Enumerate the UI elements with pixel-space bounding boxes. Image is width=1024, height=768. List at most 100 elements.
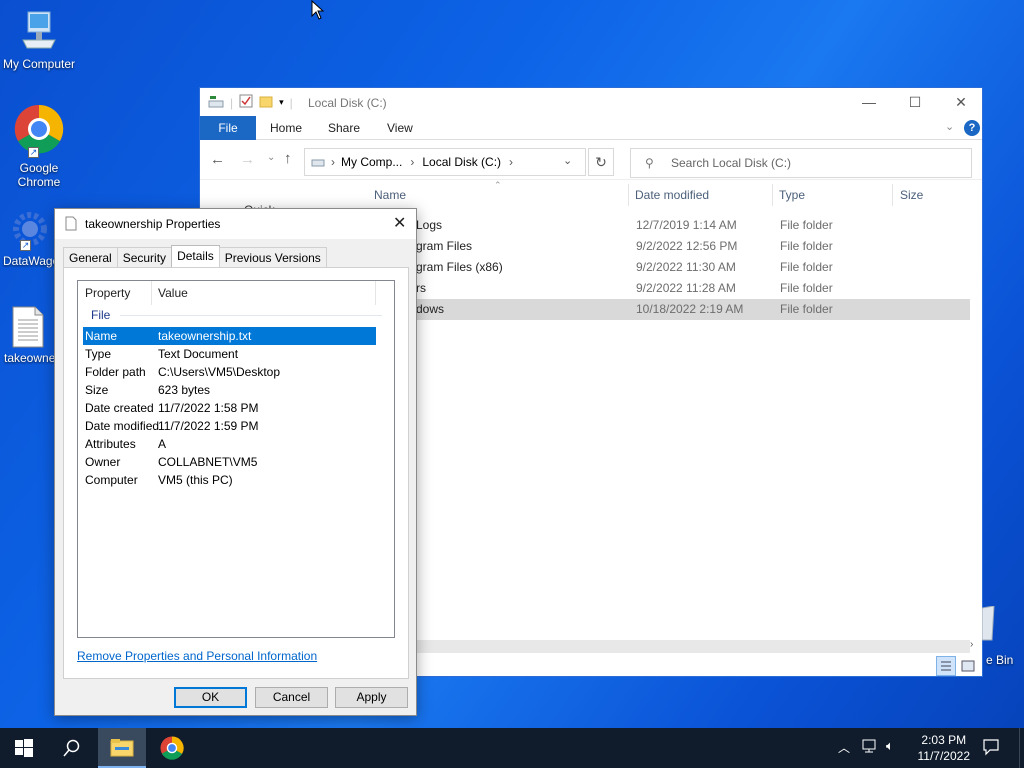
desktop-icon-datawago[interactable]: ↗ DataWago bbox=[1, 207, 59, 268]
close-button[interactable]: ✕ bbox=[938, 88, 984, 116]
file-name: gram Files (x86) bbox=[416, 260, 503, 274]
tab-view[interactable]: View bbox=[387, 116, 413, 140]
network-icon[interactable] bbox=[862, 738, 880, 757]
file-row[interactable]: gram Files (x86) 9/2/2022 11:30 AM File … bbox=[414, 257, 970, 278]
details-view-icon[interactable] bbox=[936, 656, 956, 676]
property-row[interactable]: Owner COLLABNET\VM5 bbox=[83, 453, 376, 471]
column-header-property[interactable]: Property bbox=[85, 281, 130, 305]
customize-toolbar-icon[interactable]: ▾ bbox=[279, 97, 284, 108]
taskbar-file-explorer[interactable] bbox=[98, 728, 146, 768]
properties-list[interactable]: Property Value File Name takeownership.t… bbox=[77, 280, 395, 638]
properties-check-icon[interactable] bbox=[239, 94, 253, 111]
file-date: 9/2/2022 11:28 AM bbox=[636, 281, 736, 295]
property-row[interactable]: Size 623 bytes bbox=[83, 381, 376, 399]
property-value: COLLABNET\VM5 bbox=[158, 455, 258, 469]
search-button[interactable] bbox=[48, 728, 96, 768]
details-tab-panel: Property Value File Name takeownership.t… bbox=[63, 267, 409, 679]
breadcrumb-my-computer[interactable]: My Comp... bbox=[341, 155, 402, 169]
column-header-name[interactable]: Name bbox=[374, 188, 406, 206]
horizontal-scrollbar[interactable] bbox=[414, 640, 970, 653]
property-row-selected[interactable]: Name takeownership.txt bbox=[83, 327, 376, 345]
chrome-icon: ↗ bbox=[14, 104, 64, 158]
tab-details[interactable]: Details bbox=[171, 245, 220, 268]
tab-file[interactable]: File bbox=[200, 116, 256, 140]
file-row-selected[interactable]: dows 10/18/2022 2:19 AM File folder bbox=[414, 299, 970, 320]
tab-previous-versions[interactable]: Previous Versions bbox=[218, 247, 327, 268]
file-name: rs bbox=[416, 281, 426, 295]
search-icon bbox=[63, 739, 80, 757]
shortcut-arrow-icon: ↗ bbox=[28, 147, 39, 158]
properties-dialog[interactable]: takeownership Properties ✕ General Secur… bbox=[54, 208, 417, 716]
property-row[interactable]: Type Text Document bbox=[83, 345, 376, 363]
file-type: File folder bbox=[780, 302, 833, 316]
address-bar[interactable]: › My Comp... › Local Disk (C:) › ⌄ bbox=[304, 148, 586, 176]
maximize-button[interactable]: ☐ bbox=[892, 88, 938, 116]
mouse-cursor-icon bbox=[311, 0, 325, 23]
refresh-icon[interactable]: ↻ bbox=[588, 148, 614, 176]
address-dropdown-chevron-icon[interactable]: ⌄ bbox=[563, 154, 572, 167]
column-header-type[interactable]: Type bbox=[779, 188, 805, 206]
show-hidden-icons-chevron-icon[interactable]: ︿ bbox=[838, 739, 850, 756]
tab-security[interactable]: Security bbox=[116, 247, 173, 268]
property-value: C:\Users\VM5\Desktop bbox=[158, 365, 281, 379]
close-icon[interactable]: ✕ bbox=[393, 213, 406, 233]
property-value: 623 bytes bbox=[158, 383, 211, 397]
tab-home[interactable]: Home bbox=[270, 116, 302, 140]
folder-icon[interactable] bbox=[259, 94, 273, 111]
scroll-right-arrow-icon[interactable]: › bbox=[970, 639, 973, 650]
start-button[interactable] bbox=[0, 728, 48, 768]
column-header-value[interactable]: Value bbox=[158, 281, 188, 305]
up-arrow-icon[interactable]: ↑ bbox=[284, 150, 292, 167]
expand-ribbon-chevron-icon[interactable]: ⌄ bbox=[945, 120, 954, 133]
large-icons-view-icon[interactable] bbox=[960, 658, 978, 676]
computer-icon bbox=[19, 10, 59, 54]
taskbar-chrome[interactable] bbox=[148, 728, 196, 768]
file-row[interactable]: Logs 12/7/2019 1:14 AM File folder bbox=[414, 215, 970, 236]
tab-share[interactable]: Share bbox=[328, 116, 360, 140]
explorer-title-bar[interactable]: | ▾ | Local Disk (C:) — ☐ ✕ bbox=[200, 88, 982, 116]
property-row[interactable]: Date created 11/7/2022 1:58 PM bbox=[83, 399, 376, 417]
help-icon[interactable]: ? bbox=[964, 120, 980, 136]
file-type: File folder bbox=[780, 218, 833, 232]
property-row[interactable]: Folder path C:\Users\VM5\Desktop bbox=[83, 363, 376, 381]
file-type: File folder bbox=[780, 260, 833, 274]
apply-button[interactable]: Apply bbox=[335, 687, 408, 708]
column-header-size[interactable]: Size bbox=[900, 188, 923, 206]
column-header-date-modified[interactable]: Date modified bbox=[635, 188, 709, 206]
search-input[interactable]: ⚲ Search Local Disk (C:) bbox=[630, 148, 972, 178]
property-row[interactable]: Date modified 11/7/2022 1:59 PM bbox=[83, 417, 376, 435]
chrome-icon bbox=[160, 736, 184, 760]
search-placeholder: Search Local Disk (C:) bbox=[671, 156, 792, 170]
file-name: gram Files bbox=[416, 239, 473, 253]
desktop-icon-text-file[interactable]: takeowne bbox=[1, 306, 55, 365]
cancel-button[interactable]: Cancel bbox=[255, 687, 328, 708]
property-name: Date modified bbox=[85, 419, 160, 433]
ok-button[interactable]: OK bbox=[174, 687, 247, 708]
tab-general[interactable]: General bbox=[63, 247, 118, 268]
property-row[interactable]: Attributes A bbox=[83, 435, 376, 453]
back-arrow-icon[interactable]: ← bbox=[210, 151, 225, 168]
forward-arrow-icon[interactable]: → bbox=[240, 151, 255, 168]
property-row[interactable]: Computer VM5 (this PC) bbox=[83, 471, 376, 489]
sort-chevron-icon: ⌃ bbox=[494, 180, 502, 190]
property-value: Text Document bbox=[158, 347, 239, 361]
remove-properties-link[interactable]: Remove Properties and Personal Informati… bbox=[77, 649, 317, 663]
recent-locations-chevron-icon[interactable]: ⌄ bbox=[267, 152, 275, 163]
minimize-button[interactable]: — bbox=[846, 88, 892, 116]
dialog-title-bar[interactable]: takeownership Properties ✕ bbox=[55, 209, 416, 239]
file-row[interactable]: rs 9/2/2022 11:28 AM File folder bbox=[414, 278, 970, 299]
file-name: dows bbox=[416, 302, 445, 316]
system-clock[interactable]: 2:03 PM 11/7/2022 bbox=[918, 732, 971, 764]
desktop-icon-my-computer[interactable]: My Computer bbox=[1, 10, 77, 71]
show-desktop-button[interactable] bbox=[1019, 728, 1024, 768]
file-row[interactable]: gram Files 9/2/2022 12:56 PM File folder bbox=[414, 236, 970, 257]
desktop-icon-chrome[interactable]: ↗ Google Chrome bbox=[1, 104, 77, 189]
recycle-bin-icon[interactable] bbox=[981, 605, 996, 645]
property-name: Size bbox=[85, 383, 109, 397]
breadcrumb-local-disk[interactable]: Local Disk (C:) bbox=[422, 155, 501, 169]
notification-center-icon[interactable] bbox=[982, 738, 1000, 759]
property-value: A bbox=[158, 437, 167, 451]
volume-icon[interactable]: 🔈︎ bbox=[886, 738, 894, 754]
drive-icon bbox=[311, 155, 325, 170]
property-value: 11/7/2022 1:59 PM bbox=[158, 419, 259, 433]
